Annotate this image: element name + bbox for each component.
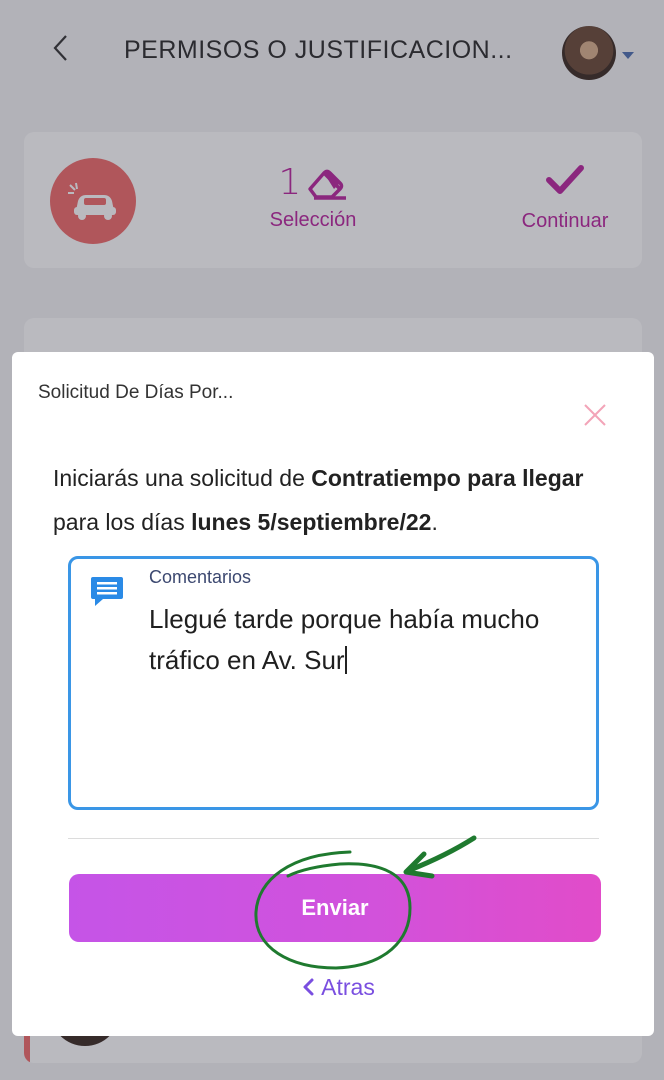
message-end: . xyxy=(431,509,438,535)
comments-field[interactable]: Comentarios Llegué tarde porque había mu… xyxy=(68,556,599,810)
request-type: Contratiempo para llegar xyxy=(311,465,584,491)
text-cursor xyxy=(344,646,347,674)
modal-title: Solicitud De Días Por... xyxy=(38,382,234,403)
request-date: lunes 5/septiembre/22 xyxy=(191,509,432,535)
comments-label: Comentarios xyxy=(149,567,252,587)
close-icon xyxy=(584,404,606,426)
back-label: Atras xyxy=(321,973,375,1000)
request-modal: Solicitud De Días Por... Iniciarás una s… xyxy=(12,352,654,1036)
message-mid: para los días xyxy=(53,509,192,535)
close-button[interactable] xyxy=(582,402,608,428)
chevron-left-icon xyxy=(303,978,314,996)
comments-input[interactable]: Llegué tarde porque había mucho tráfico … xyxy=(149,599,579,681)
comment-icon xyxy=(91,577,123,606)
back-link[interactable]: Atras xyxy=(288,972,388,1002)
divider xyxy=(68,838,599,839)
send-button[interactable]: Enviar xyxy=(69,874,601,942)
request-message: Iniciarás una solicitud de Contratiempo … xyxy=(53,456,623,544)
message-intro: Iniciarás una solicitud de xyxy=(53,465,312,491)
